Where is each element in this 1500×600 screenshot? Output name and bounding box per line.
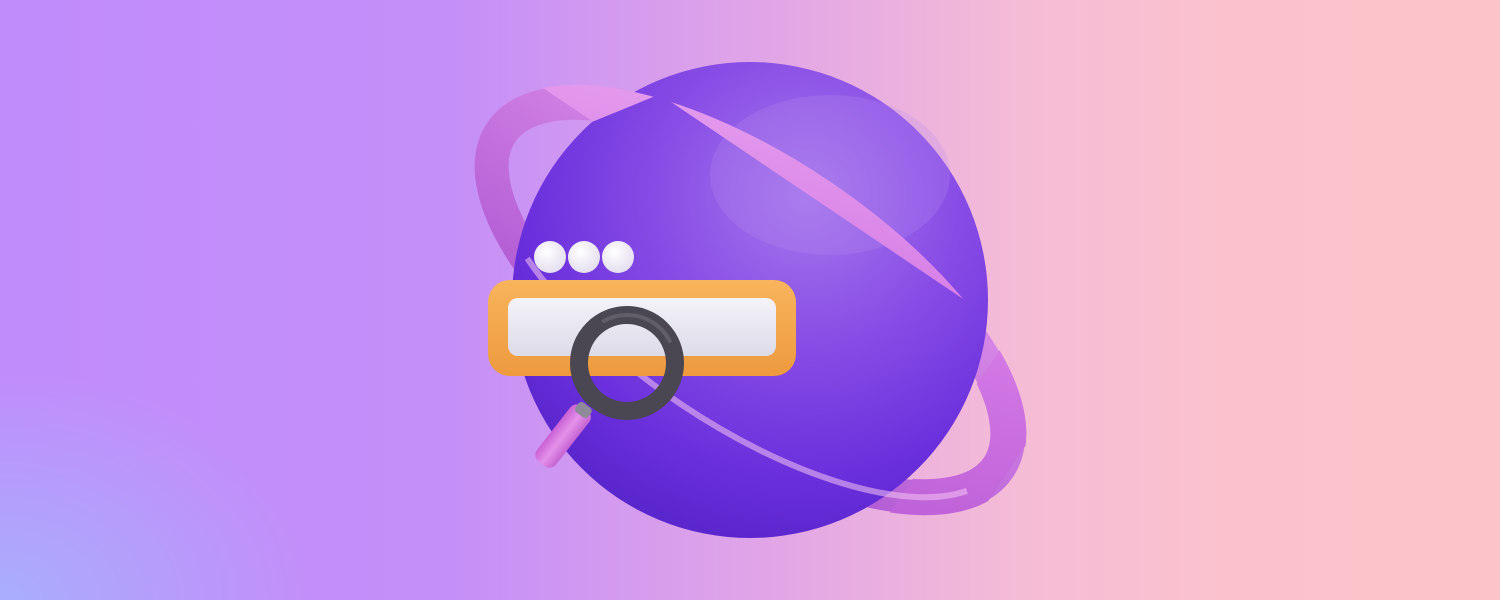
planet-search-illustration — [473, 62, 1027, 538]
search-bar-icon — [488, 280, 796, 376]
window-dots-icon — [534, 241, 634, 273]
hero-banner — [0, 0, 1500, 600]
